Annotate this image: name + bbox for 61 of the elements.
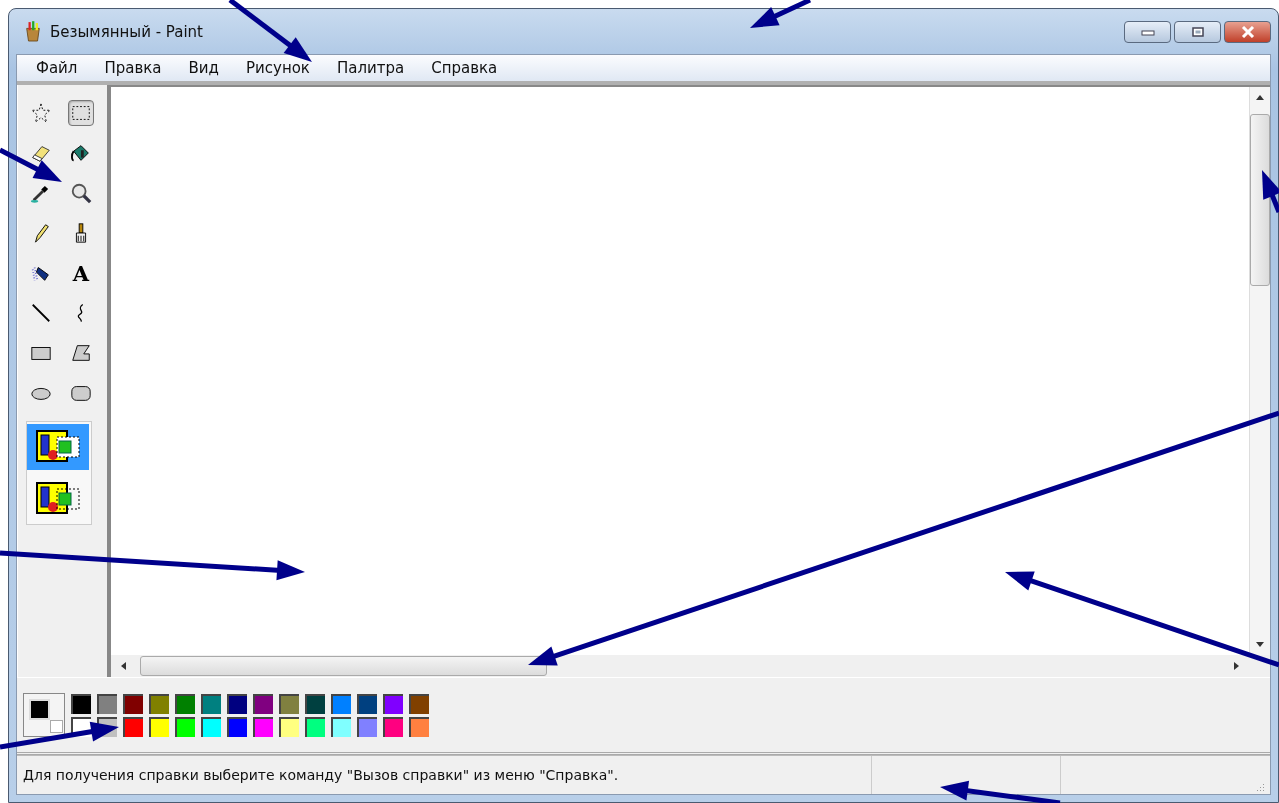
color-swatch[interactable] [175,716,195,737]
color-swatch[interactable] [123,716,143,737]
menu-item[interactable]: Палитра [323,59,419,77]
color-swatch[interactable] [175,693,195,714]
close-icon [1240,25,1255,38]
color-swatch[interactable] [227,693,247,714]
close-button[interactable] [1224,20,1271,43]
color-swatch[interactable] [201,693,221,714]
minimize-icon [1140,27,1155,36]
color-swatch[interactable] [279,716,299,737]
color-swatch[interactable] [331,716,351,737]
menu-item[interactable]: Вид [175,59,233,77]
color-swatch[interactable] [279,693,299,714]
scroll-down-arrow-icon [1256,642,1264,647]
transparent-selection-icon [35,481,81,517]
maximize-button[interactable] [1174,20,1221,43]
color-swatch[interactable] [123,693,143,714]
current-colors[interactable] [23,693,65,737]
maximize-icon [1191,26,1204,37]
color-swatch[interactable] [331,693,351,714]
option-button[interactable] [27,424,89,470]
menu-item[interactable]: Файл [23,59,92,77]
resize-grip-icon [1255,782,1265,792]
paint-bucket-icon [70,142,92,164]
tool-button[interactable] [68,100,94,126]
magnifier-icon [70,182,92,204]
paint-brushes-icon [24,20,42,43]
color-swatch[interactable] [305,693,325,714]
menu-item[interactable]: Правка [91,59,176,77]
minimize-button[interactable] [1124,20,1171,43]
color-swatch[interactable] [409,693,429,714]
annotation-arrow [0,147,62,182]
polygon-icon [70,342,92,364]
menu-item[interactable]: Справка [418,59,512,77]
color-swatch[interactable] [357,693,377,714]
color-swatch[interactable] [71,693,91,714]
color-swatch[interactable] [201,716,221,737]
color-swatch[interactable] [409,716,429,737]
color-swatch[interactable] [357,716,377,737]
color-swatch[interactable] [253,716,273,737]
menu-item[interactable]: Рисунок [232,59,324,77]
annotation-arrow [750,0,812,28]
color-swatch[interactable] [227,716,247,737]
color-swatch[interactable] [149,693,169,714]
color-swatch[interactable] [383,716,403,737]
scroll-right-arrow-icon [1234,662,1239,670]
color-swatch[interactable] [383,693,403,714]
vertical-scrollbar[interactable] [1249,87,1270,655]
dashed-star-icon [30,102,52,124]
opaque-selection-icon [35,429,81,465]
color-swatch[interactable] [149,716,169,737]
color-swatch[interactable] [253,693,273,714]
color-swatch[interactable] [97,693,117,714]
window-title: Безымянный - Paint [50,22,203,41]
annotation-arrow [1262,170,1279,213]
tool-button[interactable]: A [68,260,94,286]
scroll-left-arrow-icon [121,662,126,670]
line-icon [30,302,52,324]
scroll-up-arrow-icon [1256,95,1264,100]
status-text: Для получения справки выберите команду "Вызов справки" из меню "Справка". [22,767,620,783]
color-swatch[interactable] [305,716,325,737]
